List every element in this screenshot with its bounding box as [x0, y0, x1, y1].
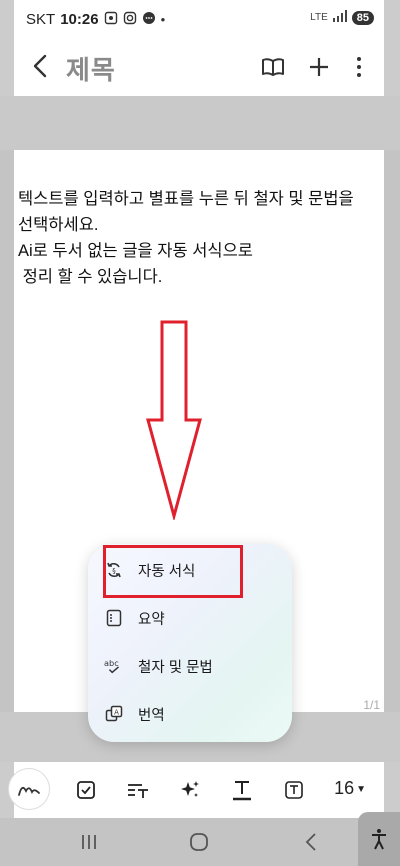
chevron-left-icon — [305, 833, 316, 851]
reading-mode-button[interactable] — [258, 52, 288, 82]
checkbox-button[interactable] — [70, 774, 102, 806]
menu-item-label: 번역 — [138, 707, 165, 724]
chat-icon — [142, 11, 156, 28]
formatting-toolbar: 16 ▼ — [0, 762, 400, 818]
dim-overlay-left — [0, 0, 14, 40]
system-nav-bar — [0, 818, 400, 866]
screenshot-icon — [104, 11, 118, 28]
font-size-value: 16 — [334, 778, 355, 798]
ai-sparkle-icon — [181, 781, 199, 797]
ai-assist-button[interactable] — [174, 774, 206, 806]
dim-overlay-right — [384, 762, 400, 818]
dim-overlay-right — [384, 40, 400, 96]
dimmed-area-top — [0, 96, 400, 150]
text-box-button[interactable] — [278, 774, 310, 806]
status-right: LTE 85 — [310, 10, 374, 25]
menu-item-summary[interactable]: 요약 — [104, 598, 284, 638]
home-icon — [190, 833, 208, 851]
svg-text:A: A — [114, 709, 119, 717]
status-left: SKT 10:26 • — [26, 11, 165, 28]
annotation-arrow — [146, 320, 202, 520]
menu-item-translate[interactable]: A 번역 — [104, 694, 284, 734]
recent-apps-icon — [82, 835, 96, 849]
dim-overlay-left — [0, 40, 14, 96]
note-body[interactable]: 텍스트를 입력하고 별표를 누른 뒤 철자 및 문법을 선택하세요. Ai로 두… — [18, 186, 380, 290]
back-icon — [33, 54, 47, 78]
menu-item-spell-check[interactable]: abc 철자 및 문법 — [104, 646, 284, 686]
annotation-highlight-box — [103, 545, 243, 598]
summary-icon — [104, 608, 124, 628]
carrier-label: SKT — [26, 11, 56, 28]
note-line: Ai로 두서 없는 글을 자동 서식으로 — [18, 242, 253, 260]
note-title[interactable]: 제목 — [66, 50, 116, 87]
status-bar: SKT 10:26 • LTE 85 — [0, 0, 400, 40]
dim-overlay-right — [384, 0, 400, 40]
note-line: 선택하세요. — [18, 216, 99, 234]
network-label: LTE — [310, 12, 328, 23]
instagram-icon — [123, 11, 137, 28]
checkbox-icon — [77, 781, 95, 799]
back-button[interactable] — [26, 52, 54, 80]
spell-check-icon: abc — [104, 656, 124, 676]
text-style-icon — [128, 784, 148, 798]
pen-icon — [18, 786, 40, 796]
text-color-icon — [233, 781, 251, 801]
home-button[interactable] — [184, 828, 214, 856]
more-icon — [357, 57, 361, 77]
accessibility-icon — [372, 829, 386, 850]
plus-icon — [310, 58, 328, 76]
text-box-icon — [285, 781, 303, 799]
system-back-button[interactable] — [296, 828, 326, 856]
notification-dot-icon: • — [160, 12, 166, 27]
battery-badge: 85 — [351, 10, 374, 25]
page-indicator: 1/1 — [363, 698, 380, 712]
svg-text:abc: abc — [104, 658, 119, 668]
note-line: 정리 할 수 있습니다. — [18, 268, 163, 286]
signal-icon — [332, 10, 348, 25]
recent-apps-button[interactable] — [74, 828, 104, 856]
text-style-button[interactable] — [122, 774, 154, 806]
menu-item-label: 철자 및 문법 — [138, 659, 213, 676]
caret-down-icon: ▼ — [356, 783, 366, 795]
book-icon — [262, 58, 284, 76]
menu-item-label: 요약 — [138, 611, 165, 628]
translate-icon: A — [104, 704, 124, 724]
more-options-button[interactable] — [344, 52, 374, 82]
note-line: 텍스트를 입력하고 별표를 누른 뒤 철자 및 문법을 — [18, 190, 354, 208]
clock: 10:26 — [60, 11, 99, 28]
add-button[interactable] — [304, 52, 334, 82]
font-size-selector[interactable]: 16 ▼ — [334, 778, 366, 799]
text-color-button[interactable] — [226, 774, 258, 806]
app-header: 제목 — [0, 40, 400, 96]
pen-mode-button[interactable] — [8, 768, 50, 810]
accessibility-button[interactable] — [358, 812, 400, 866]
